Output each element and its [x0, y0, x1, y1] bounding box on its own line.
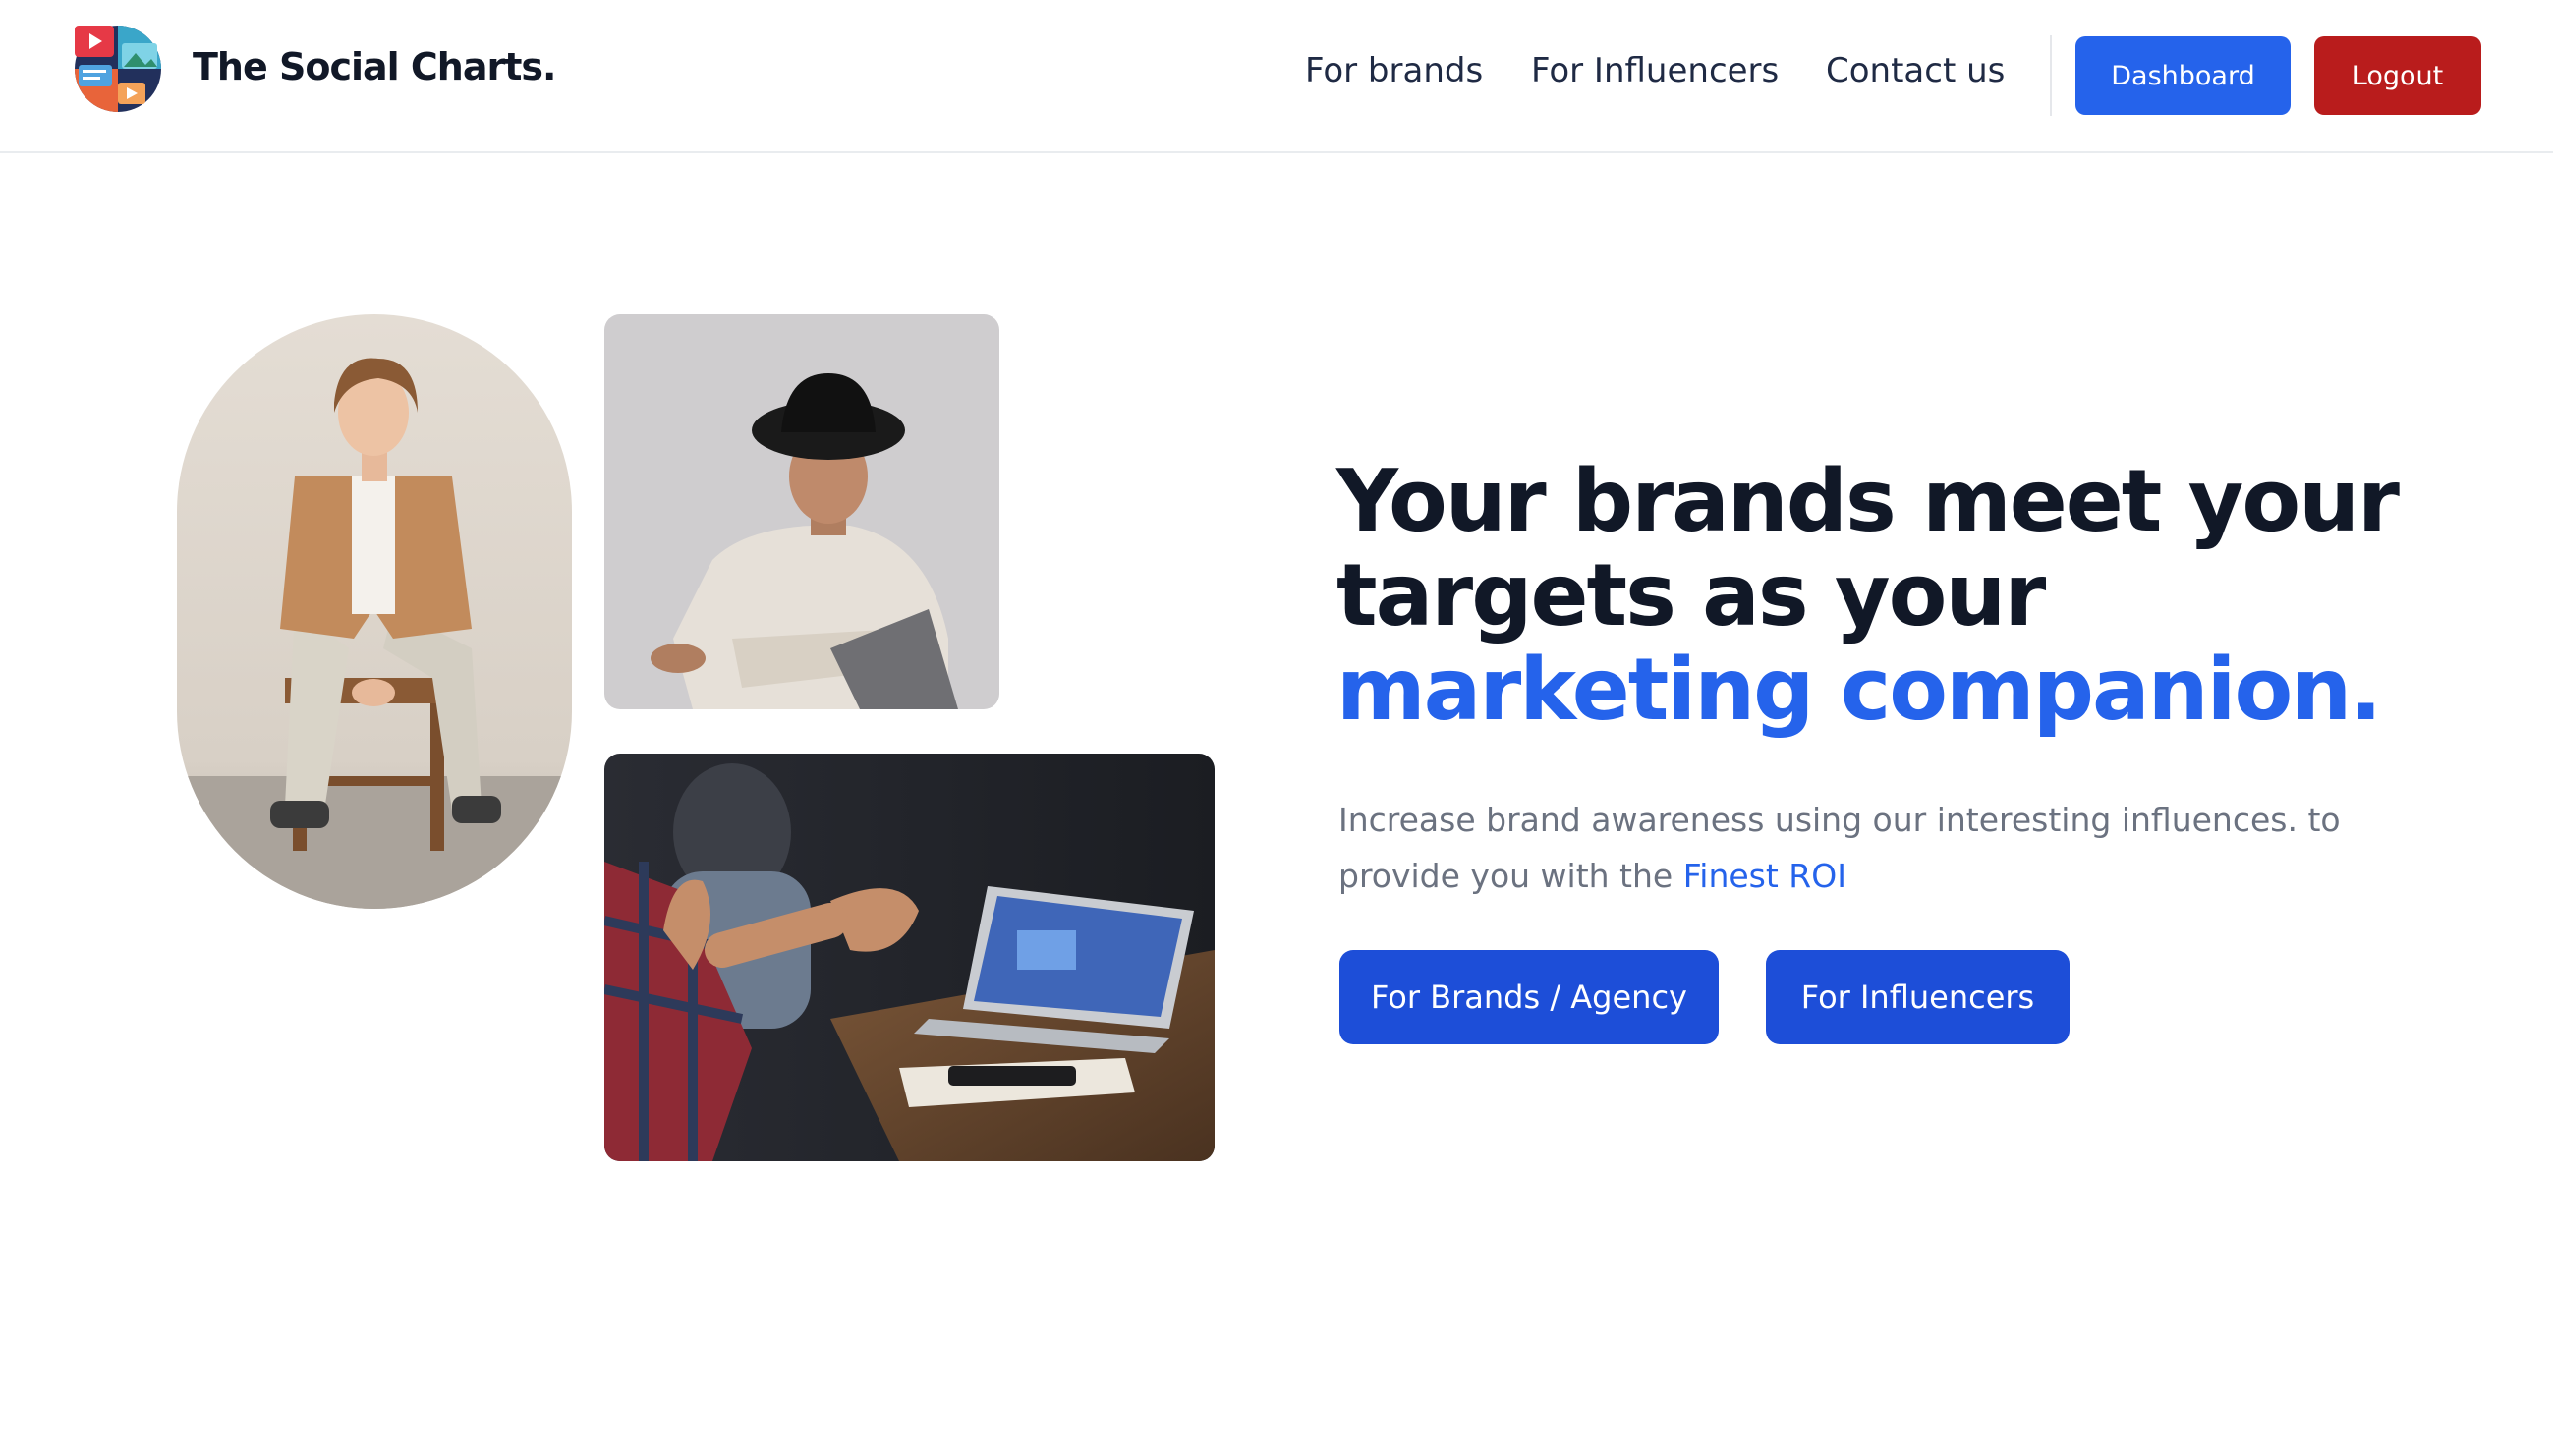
nav-link-for-brands[interactable]: For brands	[1305, 51, 1483, 90]
nav-link-contact-us[interactable]: Contact us	[1826, 51, 2005, 90]
meeting-with-laptop-photo	[604, 754, 1215, 1161]
for-brands-agency-button[interactable]: For Brands / Agency	[1339, 950, 1719, 1044]
hero-headline: Your brands meet your targets as your ma…	[1336, 454, 2476, 737]
man-in-black-hat-photo	[604, 314, 999, 709]
hero-headline-accent: marketing companion.	[1336, 640, 2382, 740]
for-influencers-button[interactable]: For Influencers	[1766, 950, 2070, 1044]
hero-headline-line1: Your brands meet your	[1336, 451, 2400, 551]
brand-name[interactable]: The Social Charts.	[193, 45, 556, 88]
hero-subtext: Increase brand awareness using our inter…	[1338, 792, 2380, 904]
man-seated-on-stool-photo	[177, 314, 572, 909]
brand-logo-icon[interactable]	[73, 24, 163, 114]
nav-divider	[2050, 35, 2052, 116]
top-navbar: The Social Charts. For brands For Influe…	[0, 0, 2553, 153]
dashboard-button[interactable]: Dashboard	[2075, 36, 2291, 115]
logout-button[interactable]: Logout	[2314, 36, 2481, 115]
finest-roi-highlight: Finest ROI	[1682, 857, 1846, 895]
hero-headline-line2: targets as your	[1336, 545, 2046, 645]
nav-link-for-influencers[interactable]: For Influencers	[1531, 51, 1779, 90]
